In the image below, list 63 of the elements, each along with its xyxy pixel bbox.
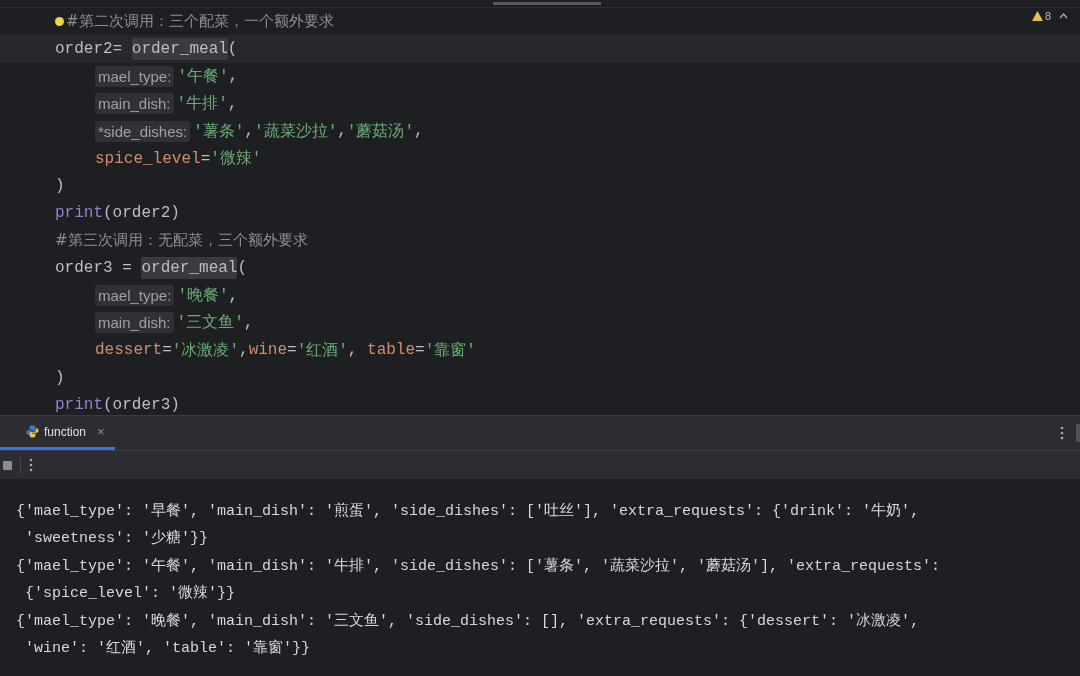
more-options-icon[interactable] xyxy=(29,458,33,472)
code-text: , xyxy=(239,341,249,360)
string-literal: '蔬菜沙拉' xyxy=(254,121,338,142)
warning-indicator[interactable]: 8 xyxy=(1031,10,1068,22)
keyword-argument: spice_level xyxy=(95,149,201,168)
code-text: ( xyxy=(227,40,238,59)
code-text: ) xyxy=(55,368,65,387)
string-literal: '三文鱼' xyxy=(176,312,244,334)
parameter-hint: mael_type: xyxy=(95,65,175,87)
code-text: , xyxy=(228,67,239,86)
console-output-line: {'mael_type': '午餐', 'main_dish': '牛排', 'side_dishes': ['薯条', '蔬菜沙拉', '蘑菇汤'], 'extra_requests': xyxy=(16,556,942,577)
code-text: order3 = xyxy=(55,259,133,278)
code-text: ( xyxy=(237,259,248,278)
code-text: (order3) xyxy=(103,396,180,415)
keyword-argument: table xyxy=(367,341,416,360)
code-text: , xyxy=(347,341,359,360)
code-text: = xyxy=(162,341,172,360)
caret-up-icon[interactable] xyxy=(1059,13,1068,19)
string-literal: '红酒' xyxy=(296,340,348,361)
code-text: , xyxy=(243,314,254,332)
code-text: , xyxy=(228,286,239,305)
function-call: order_meal xyxy=(141,257,238,280)
python-icon xyxy=(26,425,39,438)
parameter-hint: mael_type: xyxy=(95,285,175,307)
scrollbar-edge xyxy=(1076,424,1080,442)
string-literal: '薯条' xyxy=(193,121,245,142)
code-text: = xyxy=(287,341,297,360)
string-literal: '微辣' xyxy=(210,149,262,170)
console-output-line: {'spice_level': '微辣'}} xyxy=(24,583,237,605)
code-text: = xyxy=(415,341,425,360)
console-output-line: 'wine': '红酒', 'table': '靠窗'}} xyxy=(24,638,312,659)
lightbulb-icon[interactable] xyxy=(55,17,64,27)
string-literal: '冰激凌' xyxy=(171,340,240,361)
warning-icon xyxy=(1031,11,1043,21)
string-literal: '午餐' xyxy=(177,66,229,87)
more-options-icon[interactable] xyxy=(1060,426,1064,440)
string-literal: '蘑菇汤' xyxy=(346,121,415,142)
string-literal: '牛排' xyxy=(176,94,228,115)
code-text: , xyxy=(227,94,238,113)
console-output-line: 'sweetness': '少糖'}} xyxy=(24,528,210,550)
code-text: , xyxy=(414,122,424,141)
keyword-argument: dessert xyxy=(95,341,163,360)
builtin-function: print xyxy=(55,204,103,223)
builtin-function: print xyxy=(55,396,103,415)
code-comment: #第三次调用：无配菜，三个额外要求 xyxy=(55,231,308,251)
code-text: (order2) xyxy=(103,204,180,223)
parameter-hint: main_dish: xyxy=(95,93,174,115)
parameter-hint: main_dish: xyxy=(95,312,174,334)
code-text: order2= xyxy=(55,40,124,59)
function-call: order_meal xyxy=(131,38,228,61)
string-literal: '晚餐' xyxy=(177,286,229,307)
code-text: , xyxy=(337,122,347,141)
close-button[interactable]: × xyxy=(97,424,105,439)
stop-icon[interactable] xyxy=(3,460,12,470)
code-text: = xyxy=(200,149,211,168)
string-literal: '靠窗' xyxy=(424,340,476,361)
parameter-hint: *side_dishes: xyxy=(95,120,191,142)
console-output-line: {'mael_type': '早餐', 'main_dish': '煎蛋', 'side_dishes': ['吐丝'], 'extra_requests': {'drink': '牛奶', xyxy=(16,501,921,522)
code-text: , xyxy=(244,122,255,141)
code-text: ) xyxy=(55,177,65,196)
console-output-line: {'mael_type': '晚餐', 'main_dish': '三文鱼', 'side_dishes': [], 'extra_requests': {'dessert': '冰激凌', xyxy=(16,611,921,632)
keyword-argument: wine xyxy=(248,341,288,360)
code-comment: #第二次调用：三个配菜，一个额外要求 xyxy=(66,12,334,32)
